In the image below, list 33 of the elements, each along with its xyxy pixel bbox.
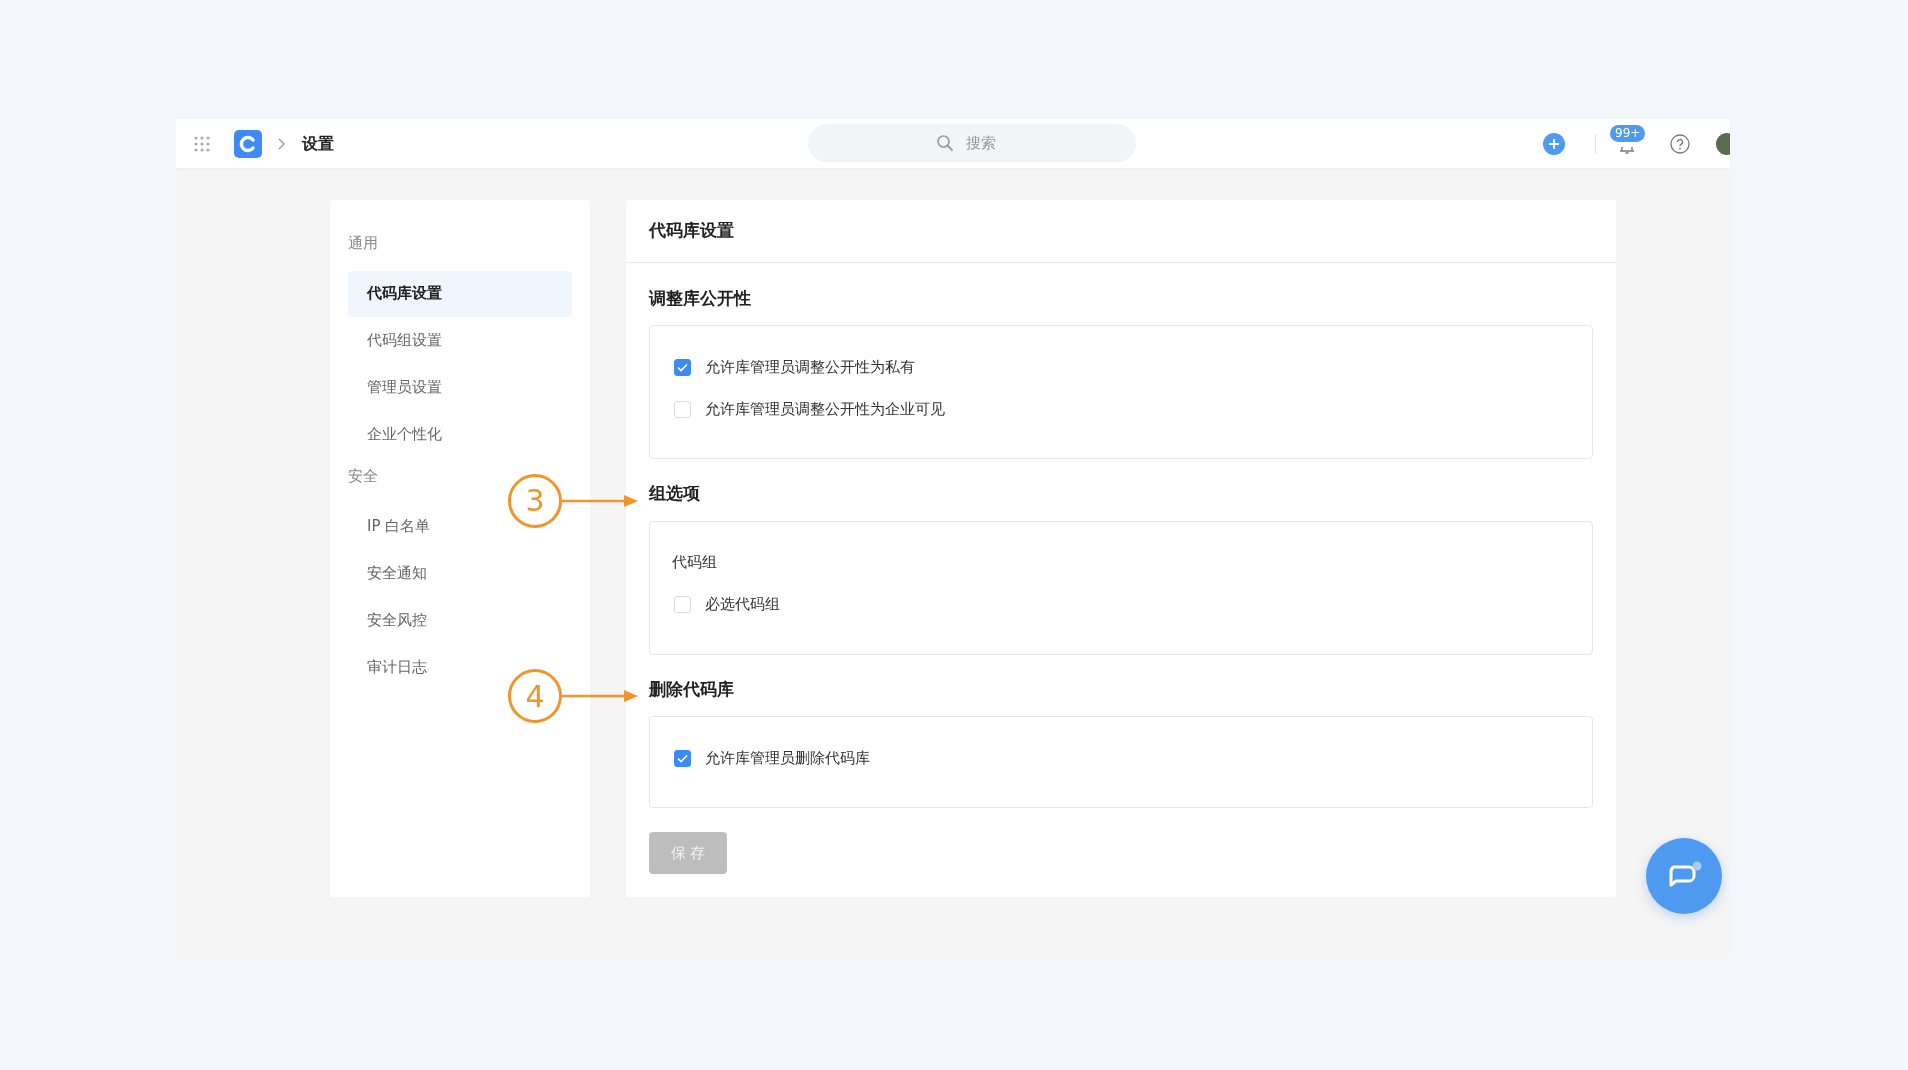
- checkbox[interactable]: [674, 358, 691, 376]
- notification-count: 99+: [1610, 124, 1646, 142]
- checkbox-label: 必选代码组: [705, 594, 780, 616]
- sidebar-item[interactable]: 管理员设置: [348, 364, 572, 411]
- sidebar-item[interactable]: 代码库设置: [348, 270, 572, 317]
- breadcrumb-title: 设置: [302, 132, 334, 155]
- section-title: 删除代码库: [649, 677, 734, 701]
- check-icon: [677, 362, 688, 372]
- sidebar-item[interactable]: 安全风控: [348, 597, 572, 643]
- option-group-label: 代码组: [672, 552, 718, 574]
- callout-number: 4: [508, 669, 562, 724]
- apps-grid-icon[interactable]: [194, 135, 210, 152]
- sidebar-item[interactable]: 安全通知: [348, 550, 572, 596]
- chat-button[interactable]: [1646, 838, 1722, 914]
- checkbox-label: 允许库管理员调整公开性为企业可见: [705, 398, 945, 420]
- search-field[interactable]: 搜索: [808, 124, 1136, 162]
- sidebar-group-title: 安全: [348, 465, 379, 487]
- sidebar-group-title: 通用: [348, 233, 379, 254]
- chevron-right-icon: [278, 137, 286, 150]
- app-logo-icon[interactable]: [234, 129, 262, 158]
- checkbox-label: 允许库管理员调整公开性为私有: [705, 356, 915, 378]
- check-icon: [677, 753, 688, 763]
- sidebar-item[interactable]: 企业个性化: [348, 411, 572, 458]
- panel-title: 代码库设置: [626, 200, 1616, 263]
- section-title: 调整库公开性: [649, 286, 751, 310]
- search-icon: [936, 134, 954, 152]
- help-icon[interactable]: [1670, 133, 1690, 154]
- checkbox[interactable]: [674, 749, 691, 767]
- sidebar-item[interactable]: 代码组设置: [348, 317, 572, 364]
- checkbox-label: 允许库管理员删除代码库: [705, 747, 870, 769]
- callout-number: 3: [508, 473, 562, 528]
- add-icon[interactable]: [1543, 132, 1565, 155]
- section-title: 组选项: [649, 482, 700, 505]
